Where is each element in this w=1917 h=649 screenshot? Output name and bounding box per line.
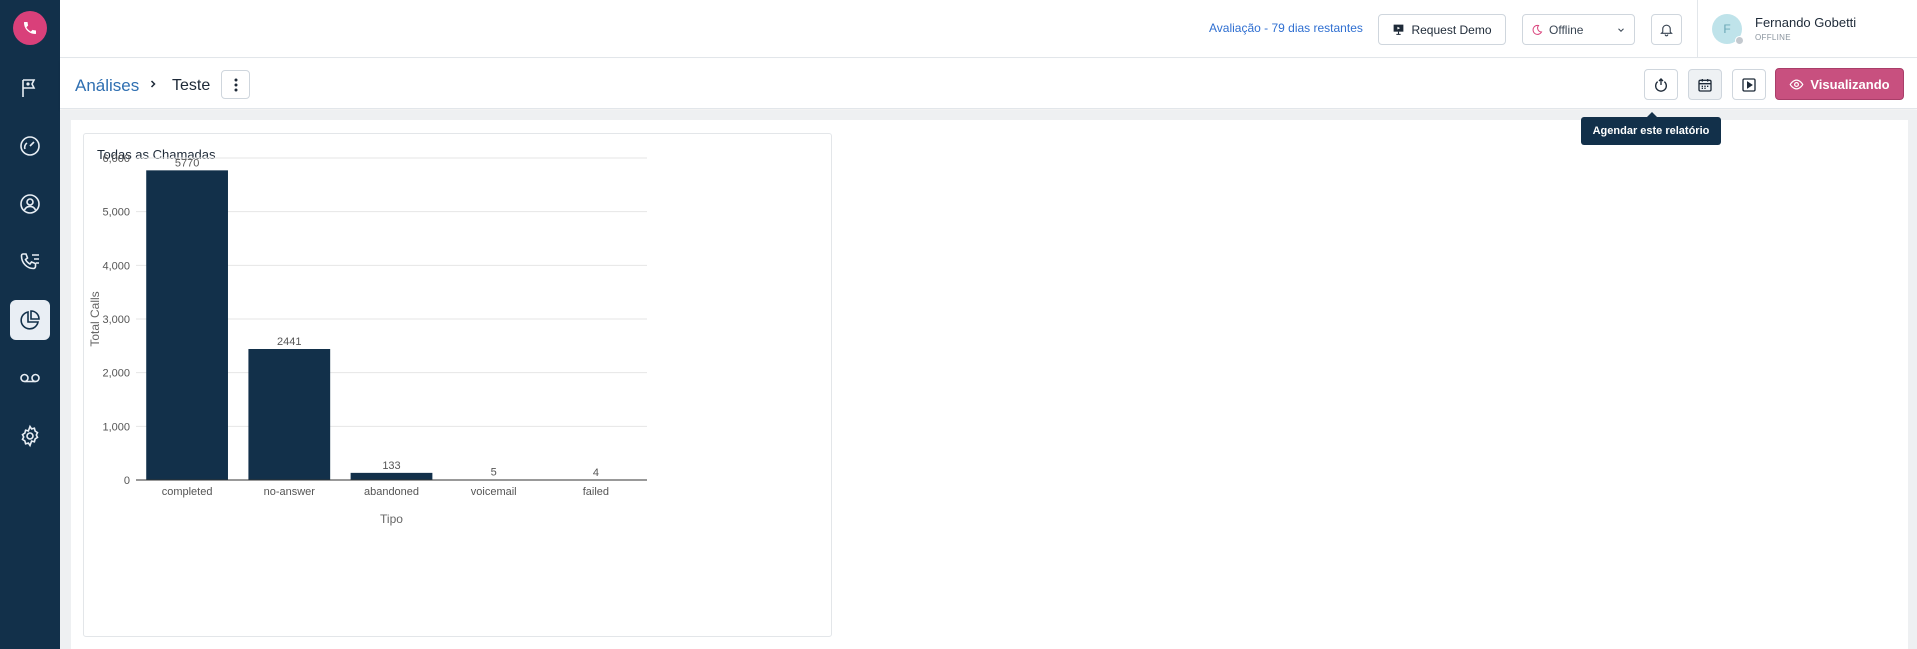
bar-no-answer — [248, 348, 331, 480]
x-tick-label: abandoned — [364, 486, 419, 498]
report-header: Análises Teste Visualizando — [60, 59, 1917, 109]
gear-icon — [21, 424, 39, 448]
bar-abandoned — [350, 472, 433, 480]
y-tick-label: 4,000 — [102, 260, 130, 272]
present-button[interactable] — [1732, 69, 1766, 100]
user-icon — [20, 194, 40, 214]
schedule-tooltip: Agendar este relatório — [1581, 112, 1721, 145]
chart-card: Todas as Chamadas 0 1,000 2,000 3,000 4,000 5… — [83, 133, 832, 637]
export-icon — [1655, 77, 1667, 92]
x-tick-label: completed — [162, 486, 213, 498]
trial-notice[interactable]: Avaliação - 79 dias restantes — [1209, 21, 1363, 35]
y-tick-label: 0 — [124, 475, 130, 487]
x-tick-label: no-answer — [264, 486, 316, 498]
sidebar-item-dashboard[interactable] — [10, 126, 50, 166]
status-value: Offline — [1549, 22, 1584, 37]
kebab-icon — [234, 78, 237, 91]
flag-icon — [22, 79, 36, 97]
presentation-icon — [1394, 24, 1404, 35]
breadcrumb-current: Teste — [172, 77, 211, 94]
y-axis-title: Total Calls — [88, 291, 102, 346]
chevron-right-icon — [150, 80, 156, 88]
bell-icon — [1660, 24, 1673, 37]
sidebar — [0, 0, 60, 649]
x-axis-title: Tipo — [380, 512, 403, 526]
top-header: Avaliação - 79 dias restantes Request De… — [60, 0, 1917, 58]
notifications-button[interactable] — [1651, 14, 1682, 45]
header-divider — [1697, 0, 1698, 58]
status-select[interactable]: Offline — [1522, 14, 1635, 45]
data-label: 2441 — [277, 336, 301, 348]
voicemail-icon — [20, 373, 40, 383]
gauge-icon — [20, 136, 40, 156]
sidebar-item-settings[interactable] — [10, 416, 50, 456]
moon-icon — [1532, 24, 1543, 35]
breadcrumb-root[interactable]: Análises — [75, 76, 139, 96]
viewing-mode-label: Visualizando — [1810, 76, 1890, 92]
bar-completed — [146, 170, 228, 481]
more-options-button[interactable] — [221, 70, 250, 99]
y-tick-label: 5,000 — [102, 207, 130, 219]
presence-dot — [1735, 36, 1744, 45]
chevron-down-icon — [1618, 27, 1624, 32]
data-label: 5 — [491, 467, 497, 479]
calendar-icon — [1698, 78, 1712, 92]
export-button[interactable] — [1644, 69, 1678, 100]
data-label: 133 — [382, 460, 400, 472]
pie-chart-icon — [20, 310, 40, 330]
viewing-mode-button[interactable]: Visualizando — [1775, 68, 1904, 100]
play-icon — [1742, 77, 1756, 92]
bar-chart: 0 1,000 2,000 3,000 4,000 5,000 6,000 5770 compl… — [88, 153, 647, 526]
y-tick-label: 2,000 — [102, 368, 130, 380]
sidebar-item-contacts[interactable] — [10, 184, 50, 224]
phone-logo[interactable] — [13, 11, 47, 45]
sidebar-item-voicemail[interactable] — [10, 358, 50, 398]
sidebar-item-calls[interactable] — [10, 242, 50, 282]
request-demo-label: Request Demo — [1411, 22, 1492, 37]
sidebar-item-analytics[interactable] — [10, 300, 50, 340]
call-list-icon — [20, 253, 39, 270]
sidebar-item-flows[interactable] — [10, 68, 50, 108]
request-demo-button[interactable]: Request Demo — [1378, 14, 1506, 45]
data-label: 4 — [593, 467, 599, 479]
user-status: OFFLINE — [1755, 33, 1791, 42]
x-tick-label: failed — [583, 486, 609, 498]
phone-icon — [24, 22, 36, 34]
user-name[interactable]: Fernando Gobetti — [1755, 15, 1856, 30]
y-tick-label: 1,000 — [102, 421, 130, 433]
y-tick-label: 3,000 — [102, 314, 130, 326]
schedule-button[interactable] — [1688, 69, 1722, 100]
eye-icon — [1789, 78, 1804, 90]
x-tick-label: voicemail — [471, 486, 517, 498]
data-label: 5770 — [175, 157, 199, 169]
y-tick-label: 6,000 — [102, 153, 130, 165]
